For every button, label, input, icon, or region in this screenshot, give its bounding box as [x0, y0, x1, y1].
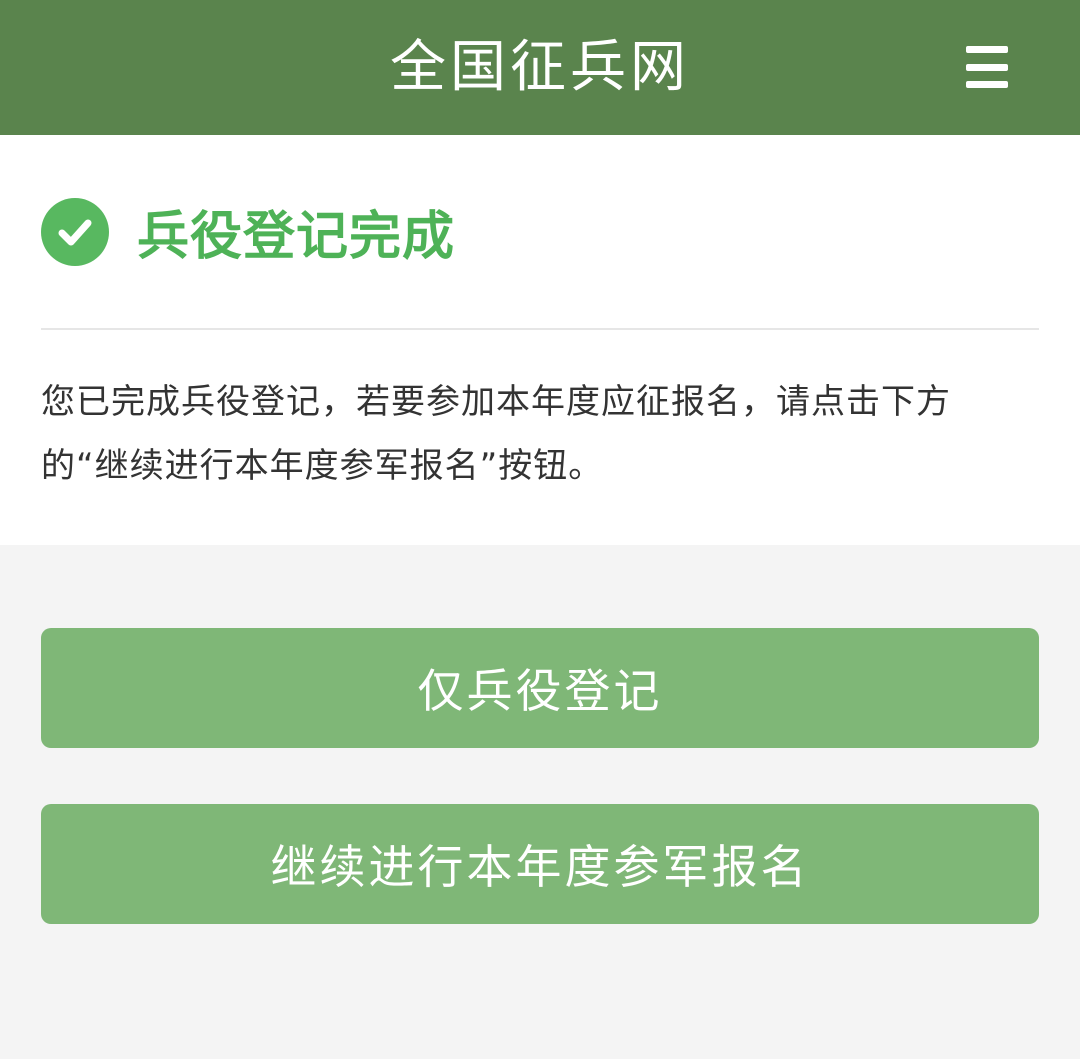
- status-message: 您已完成兵役登记，若要参加本年度应征报名，请点击下方的“继续进行本年度参军报名”…: [41, 382, 951, 486]
- continue-enlistment-button[interactable]: 继续进行本年度参军报名: [41, 804, 1039, 924]
- menu-bar: [966, 81, 1008, 88]
- registration-only-button[interactable]: 仅兵役登记: [41, 628, 1039, 748]
- top-header: 全国征兵网: [0, 0, 1080, 135]
- status-title: 兵役登记完成: [137, 207, 456, 267]
- check-circle-icon: [41, 197, 109, 266]
- menu-bar: [966, 63, 1008, 71]
- site-title: 全国征兵网: [390, 34, 690, 100]
- page: 全国征兵网 兵役登记完成 您已完成兵役登记，若要参加本年度应征报名，请点击下方的…: [0, 0, 1080, 1059]
- status-row: 兵役登记完成: [41, 135, 1039, 328]
- action-buttons: 仅兵役登记 继续进行本年度参军报名: [0, 545, 1080, 924]
- hamburger-menu-icon[interactable]: [966, 46, 1008, 88]
- status-card: 兵役登记完成 您已完成兵役登记，若要参加本年度应征报名，请点击下方的“继续进行本…: [0, 135, 1080, 545]
- divider: [41, 328, 1039, 330]
- checkmark-icon: [58, 219, 92, 245]
- menu-bar: [966, 46, 1008, 53]
